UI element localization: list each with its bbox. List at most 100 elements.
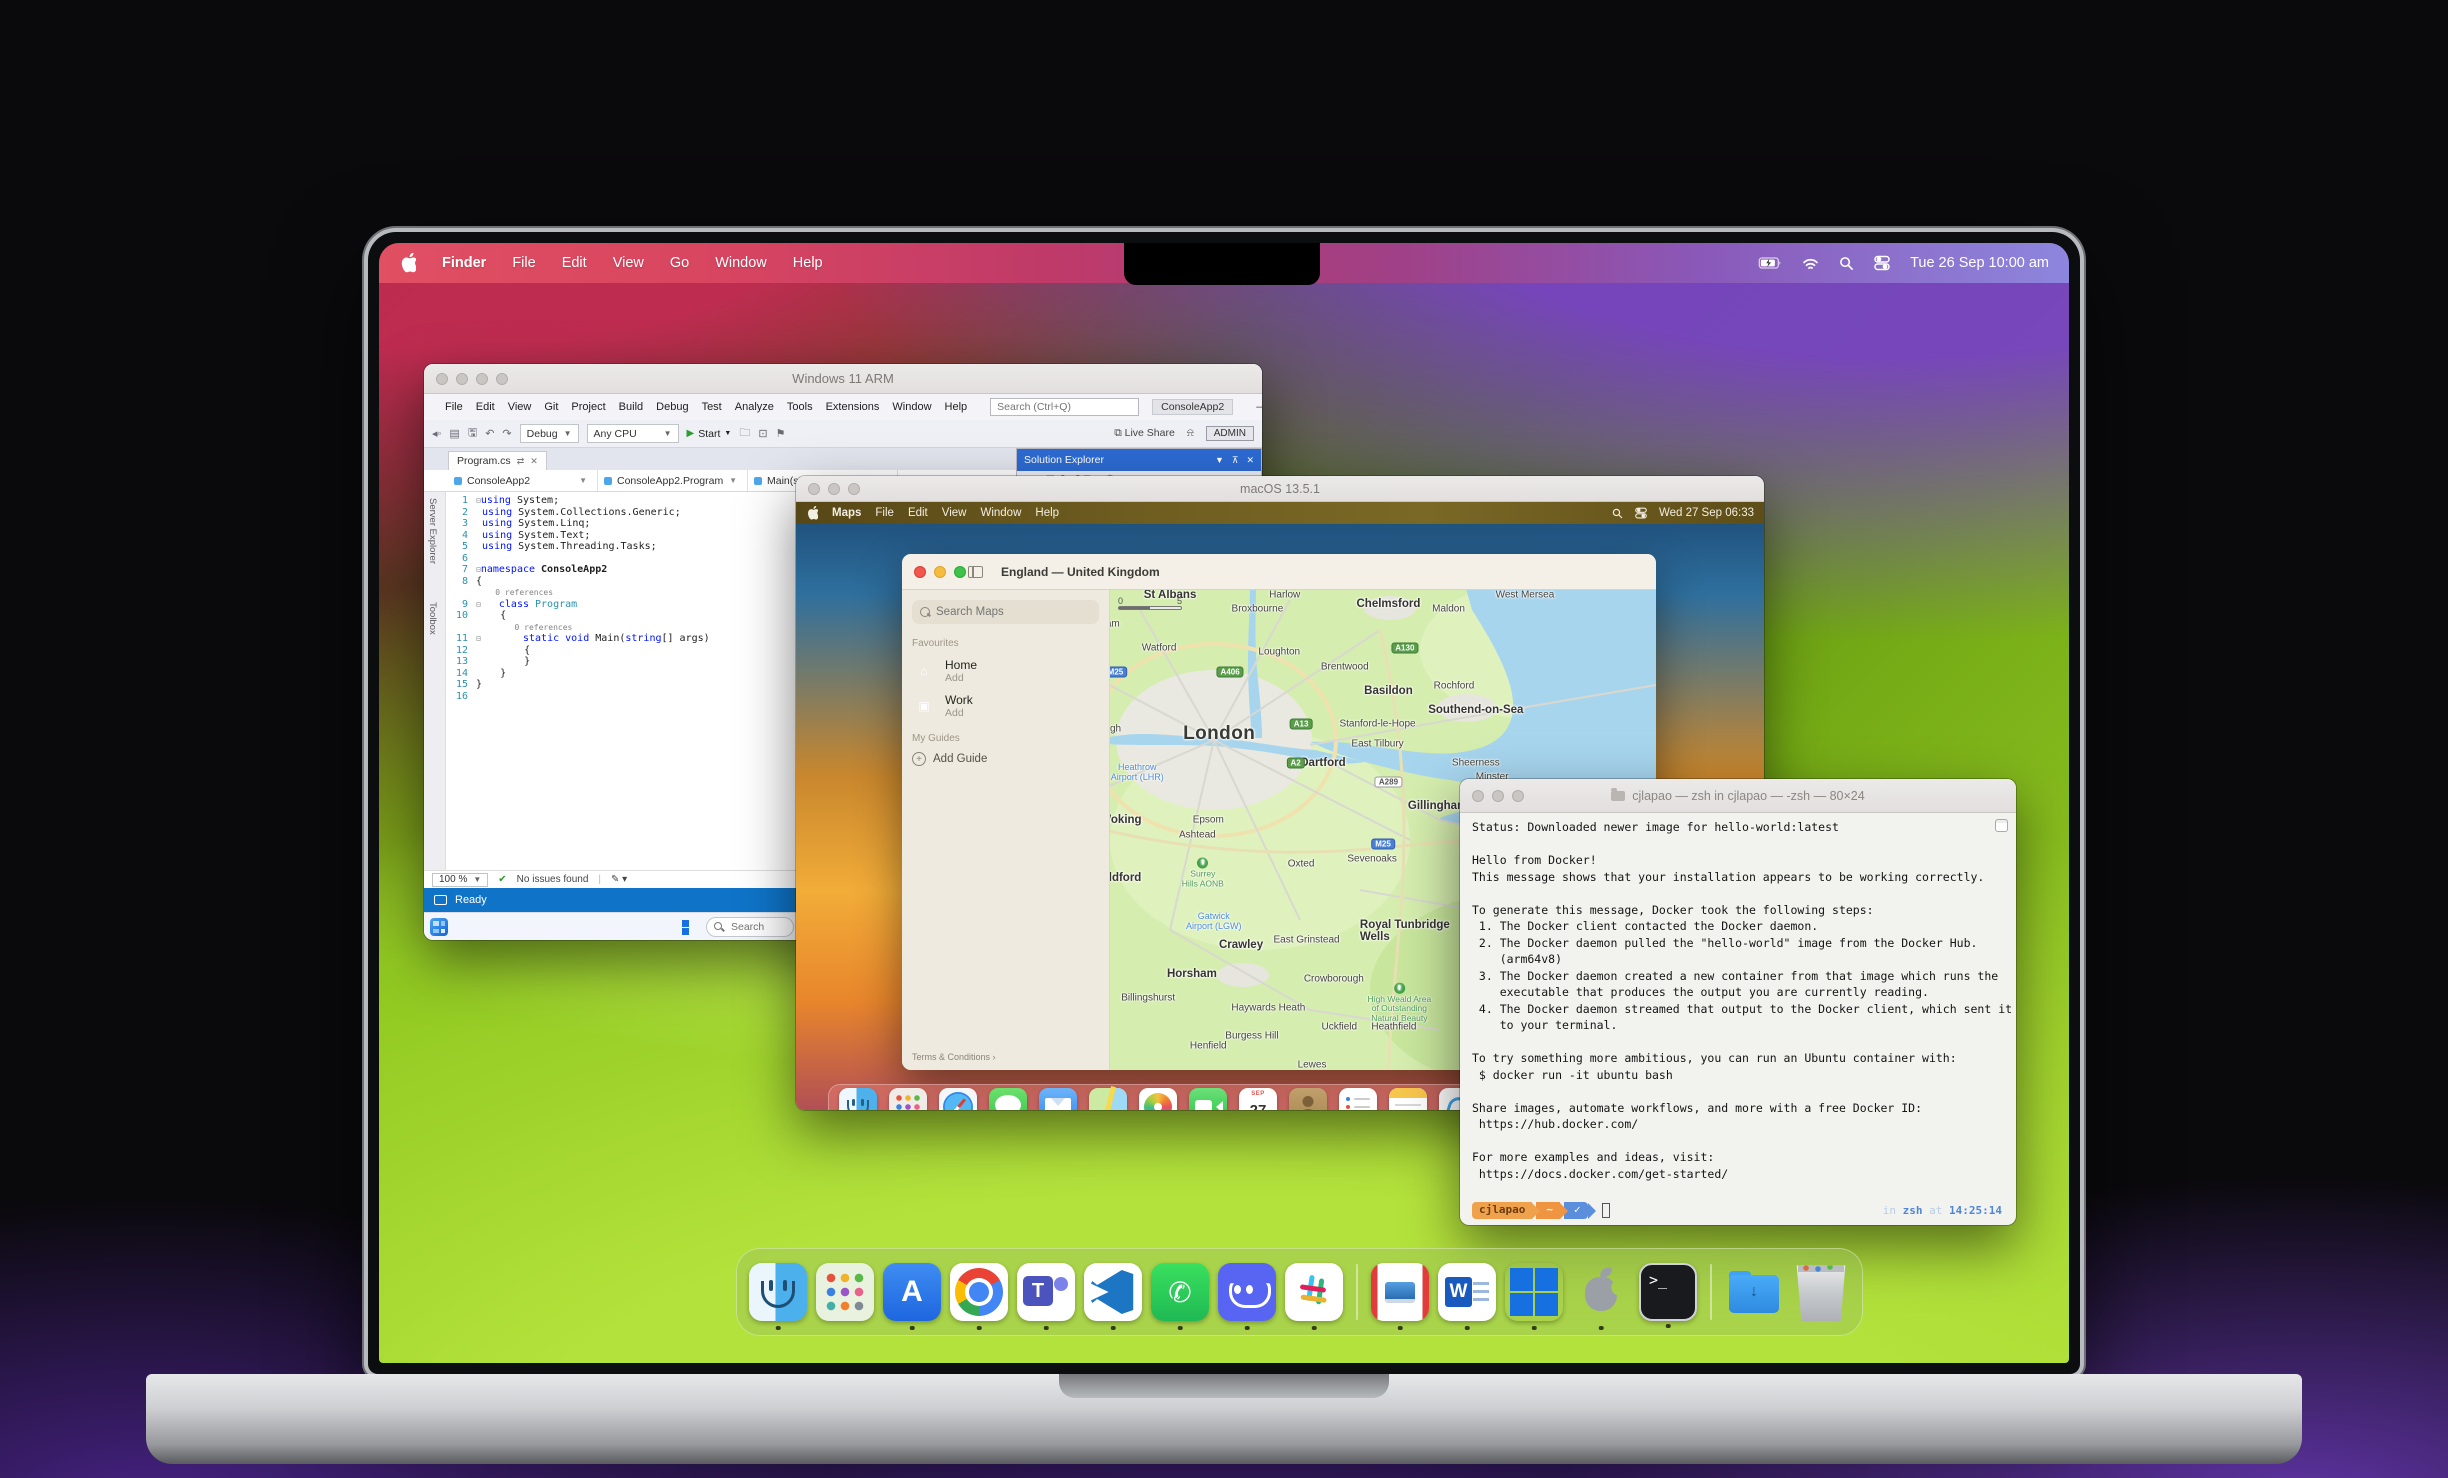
appstore-icon[interactable]: A bbox=[883, 1263, 941, 1321]
vs-menu-item[interactable]: Git bbox=[544, 401, 558, 413]
terminal-titlebar[interactable]: cjlapao — zsh in cjlapao — -zsh — 80×24 bbox=[1460, 779, 2016, 813]
chrome-icon[interactable] bbox=[950, 1263, 1008, 1321]
discord-icon[interactable] bbox=[1218, 1263, 1276, 1321]
vs-search-input[interactable] bbox=[990, 398, 1139, 416]
messages-icon[interactable] bbox=[989, 1088, 1027, 1110]
vs-menu-item[interactable]: Test bbox=[702, 401, 722, 413]
start-debug-button[interactable]: ▶Start▼ bbox=[687, 428, 732, 440]
apple-menu-icon[interactable] bbox=[806, 506, 818, 520]
parallels-icon[interactable] bbox=[1371, 1263, 1429, 1321]
menu-bar-clock[interactable]: Tue 26 Sep 10:00 am bbox=[1910, 255, 2049, 271]
launchpad-icon[interactable] bbox=[889, 1088, 927, 1110]
ide-icon[interactable]: ⊡ bbox=[758, 427, 767, 440]
tab-program-cs[interactable]: Program.cs⇄✕ bbox=[448, 451, 547, 470]
vs-menu-item[interactable]: Help bbox=[945, 401, 968, 413]
work-icon[interactable]: ▣ WorkAdd bbox=[912, 693, 1099, 719]
navigate-back-icon[interactable]: ◂◦ bbox=[432, 427, 441, 440]
breadcrumb-project[interactable]: ConsoleApp2▼ bbox=[448, 470, 598, 491]
vs-menu-item[interactable]: Build bbox=[619, 401, 643, 413]
slack-icon[interactable] bbox=[1285, 1263, 1343, 1321]
app-menu[interactable]: Maps bbox=[832, 507, 861, 519]
tab-toolbox[interactable]: Toolbox bbox=[427, 602, 438, 635]
zoom-dropdown[interactable]: 100 %▼ bbox=[432, 873, 488, 887]
search-icon[interactable] bbox=[1612, 508, 1623, 519]
applevm-icon[interactable] bbox=[1572, 1263, 1630, 1321]
menu-item[interactable]: Go bbox=[670, 255, 689, 271]
reminders-icon[interactable] bbox=[1339, 1088, 1377, 1110]
macos-vm-titlebar[interactable]: macOS 13.5.1 bbox=[796, 476, 1764, 502]
minimize-button[interactable]: – bbox=[1256, 401, 1262, 414]
pen-icon[interactable]: ✎ ▾ bbox=[611, 874, 627, 885]
tab-server-explorer[interactable]: Server Explorer bbox=[427, 498, 438, 564]
control-center-icon[interactable] bbox=[1635, 507, 1647, 519]
new-file-icon[interactable]: ▤ bbox=[449, 427, 459, 440]
windows11-vm-titlebar[interactable]: Windows 11 ARM bbox=[424, 364, 1262, 394]
finder-icon[interactable] bbox=[749, 1263, 807, 1321]
menu-item[interactable]: Edit bbox=[562, 255, 587, 271]
vscode-icon[interactable] bbox=[1084, 1263, 1142, 1321]
whatsapp-icon[interactable]: ✆ bbox=[1151, 1263, 1209, 1321]
finder-icon[interactable] bbox=[839, 1088, 877, 1110]
facetime-icon[interactable] bbox=[1189, 1088, 1227, 1110]
menu-item[interactable]: File bbox=[875, 507, 894, 519]
undo-icon[interactable]: ↶ bbox=[485, 427, 494, 440]
find-icon[interactable]: 🗀 bbox=[739, 424, 750, 443]
divider2-icon[interactable] bbox=[1710, 1264, 1712, 1320]
widgets-icon[interactable] bbox=[430, 918, 448, 936]
menu-item[interactable]: Window bbox=[715, 255, 767, 271]
vs-menu-item[interactable]: Project bbox=[571, 401, 605, 413]
divider-icon[interactable] bbox=[1356, 1264, 1358, 1320]
win11-icon[interactable] bbox=[1505, 1263, 1563, 1321]
terms-link[interactable]: Terms & Conditions › bbox=[912, 1052, 996, 1062]
notes-icon[interactable] bbox=[1389, 1088, 1427, 1110]
pin-icon[interactable]: ⊼ bbox=[1232, 455, 1239, 466]
menu-item[interactable]: Help bbox=[793, 255, 823, 271]
menu-item[interactable]: Help bbox=[1035, 507, 1059, 519]
breadcrumb-class[interactable]: ConsoleApp2.Program▼ bbox=[598, 470, 748, 491]
vs-menu-item[interactable]: Analyze bbox=[735, 401, 774, 413]
mail-icon[interactable] bbox=[1039, 1088, 1077, 1110]
vs-menu-item[interactable]: Window bbox=[892, 401, 931, 413]
control-center-icon[interactable] bbox=[1874, 255, 1890, 271]
menu-item[interactable]: View bbox=[942, 507, 967, 519]
terminal-prompt[interactable]: cjlapao ~ ✓ in zsh at 14:25:14 bbox=[1472, 1201, 2004, 1221]
vs-menu-item[interactable]: File bbox=[445, 401, 463, 413]
trash-icon[interactable] bbox=[1792, 1263, 1850, 1321]
window-controls[interactable] bbox=[902, 566, 966, 578]
sidebar-toggle-icon[interactable] bbox=[968, 566, 983, 578]
downloads-icon[interactable]: ↓ bbox=[1725, 1263, 1783, 1321]
vs-menu-item[interactable]: Tools bbox=[787, 401, 813, 413]
menu-item[interactable]: Finder bbox=[442, 255, 486, 271]
windows-start-icon[interactable] bbox=[682, 920, 697, 935]
redo-icon[interactable]: ↷ bbox=[502, 427, 511, 440]
spotlight-icon[interactable] bbox=[1839, 256, 1854, 271]
config-dropdown[interactable]: Debug▼ bbox=[520, 424, 579, 443]
vs-menu-item[interactable]: Edit bbox=[476, 401, 495, 413]
bookmark-icon[interactable]: ⚑ bbox=[776, 427, 786, 440]
terminal-icon[interactable]: >_ bbox=[1639, 1263, 1697, 1321]
live-share-button[interactable]: ⧉ Live Share bbox=[1114, 427, 1175, 440]
teams-icon[interactable]: T bbox=[1017, 1263, 1075, 1321]
safari-icon[interactable] bbox=[939, 1088, 977, 1110]
terminal-window[interactable]: cjlapao — zsh in cjlapao — -zsh — 80×24 … bbox=[1460, 779, 2016, 1225]
word-icon[interactable]: W bbox=[1438, 1263, 1496, 1321]
terminal-body[interactable]: Status: Downloaded newer image for hello… bbox=[1460, 813, 2016, 1225]
add-guide-button[interactable]: +Add Guide bbox=[912, 752, 1099, 766]
menu-item[interactable]: Edit bbox=[908, 507, 928, 519]
menu-item[interactable]: View bbox=[613, 255, 644, 271]
wifi-icon[interactable] bbox=[1802, 257, 1819, 270]
close-icon[interactable]: ✕ bbox=[1246, 455, 1254, 466]
vs-menu-item[interactable]: Debug bbox=[656, 401, 688, 413]
battery-icon[interactable] bbox=[1758, 256, 1782, 270]
launchpad-icon[interactable] bbox=[816, 1263, 874, 1321]
menu-item[interactable]: File bbox=[512, 255, 535, 271]
inner-clock[interactable]: Wed 27 Sep 06:33 bbox=[1659, 507, 1754, 519]
calendar-icon[interactable]: SEP27 bbox=[1239, 1088, 1277, 1110]
maps-search-input[interactable] bbox=[912, 600, 1099, 624]
feedback-bell-icon[interactable]: ⍾ bbox=[1187, 427, 1194, 440]
photos-icon[interactable] bbox=[1139, 1088, 1177, 1110]
collapse-icon[interactable]: ▼ bbox=[1215, 455, 1224, 466]
home-icon[interactable]: ⌂ HomeAdd bbox=[912, 658, 1099, 684]
maps-titlebar[interactable]: England — United Kingdom bbox=[902, 554, 1656, 590]
contacts-icon[interactable] bbox=[1289, 1088, 1327, 1110]
